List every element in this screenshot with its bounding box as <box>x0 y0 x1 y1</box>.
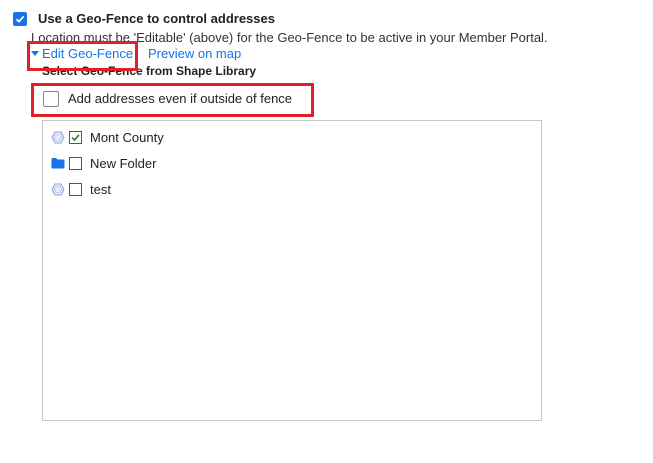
caret-down-icon <box>31 51 39 56</box>
shape-library-tree[interactable]: Mont County New Folder test <box>42 120 542 421</box>
polygon-shape-icon <box>51 130 65 144</box>
tree-item-label: test <box>90 181 111 197</box>
tree-item-label: Mont County <box>90 129 164 145</box>
test-checkbox[interactable] <box>69 182 82 196</box>
edit-geofence-label: Edit Geo-Fence <box>42 46 134 61</box>
preview-on-map-link[interactable]: Preview on map <box>148 46 241 61</box>
outside-fence-label[interactable]: Add addresses even if outside of fence <box>68 91 292 106</box>
tree-item-new-folder[interactable]: New Folder <box>51 154 156 172</box>
tree-item-label: New Folder <box>90 155 157 171</box>
edit-geofence-link[interactable]: Edit Geo-Fence <box>31 46 133 61</box>
outside-fence-checkbox[interactable] <box>43 91 59 107</box>
new-folder-checkbox[interactable] <box>69 156 82 170</box>
polygon-shape-icon <box>51 182 65 196</box>
mont-county-checkbox[interactable] <box>69 130 82 144</box>
use-geofence-checkbox[interactable] <box>13 12 27 26</box>
tree-item-mont-county[interactable]: Mont County <box>51 128 164 146</box>
checkmark-icon <box>15 15 25 23</box>
editable-note: Location must be 'Editable' (above) for … <box>31 30 548 45</box>
use-geofence-label[interactable]: Use a Geo-Fence to control addresses <box>38 11 275 26</box>
select-geofence-label: Select Geo-Fence from Shape Library <box>42 64 257 78</box>
tree-item-test[interactable]: test <box>51 180 111 198</box>
checkmark-icon <box>71 133 80 141</box>
folder-icon <box>51 156 65 170</box>
